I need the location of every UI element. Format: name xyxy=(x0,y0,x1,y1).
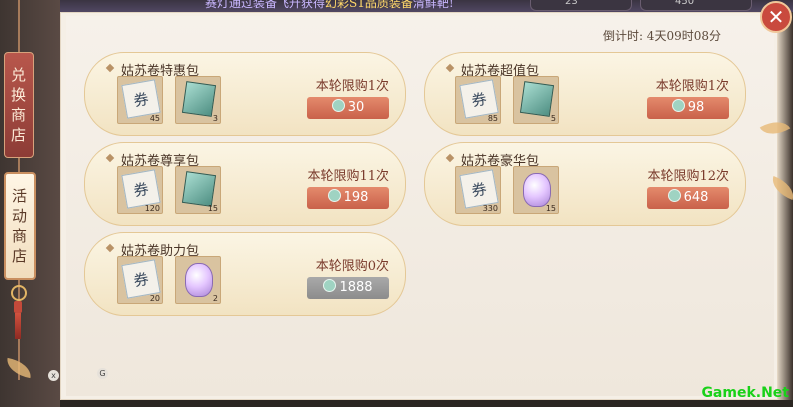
item-slot[interactable]: 券 120 xyxy=(117,166,163,214)
pack-card: 姑苏卷特惠包 券 45 3 本轮限购1次 30 xyxy=(84,52,406,136)
item-slot[interactable]: 5 xyxy=(513,76,559,124)
purchase-limit: 本轮限购11次 xyxy=(307,169,389,184)
tab-char: 兑 xyxy=(10,66,27,84)
price: 30 xyxy=(347,100,365,115)
notes-icon xyxy=(519,81,555,117)
coin-icon xyxy=(667,189,681,202)
item-qty: 85 xyxy=(487,114,498,123)
item-qty: 20 xyxy=(149,294,160,303)
coin-icon xyxy=(331,99,345,112)
price: 648 xyxy=(683,190,709,205)
coin-icon xyxy=(327,189,341,202)
scroll-icon: 券 xyxy=(121,259,161,299)
item-qty: 120 xyxy=(144,204,160,213)
buy-button[interactable]: 98 xyxy=(647,97,729,119)
pack-card: 姑苏卷助力包 券 20 2 本轮限购0次 1888 xyxy=(84,232,406,316)
item-slot[interactable]: 券 45 xyxy=(117,76,163,124)
countdown-timer: 倒计时: 4天09时08分 xyxy=(602,29,721,43)
item-slot[interactable]: 15 xyxy=(513,166,559,214)
hint-g-icon[interactable]: G xyxy=(97,368,108,379)
hint-x-icon[interactable]: x xyxy=(48,370,59,381)
item-qty: 15 xyxy=(545,204,556,213)
crystal-icon xyxy=(523,173,551,207)
tab-char: 店 xyxy=(11,247,28,265)
tab-char: 商 xyxy=(10,106,27,124)
tab-exchange-shop[interactable]: 兑 换 商 店 xyxy=(4,52,34,158)
watermark: Gamek.Net xyxy=(701,385,789,401)
diamond-bullet-icon xyxy=(105,243,115,253)
top-banner: 赛灯通过装备飞升获得幻彩S1品质装备清鲜靶! 23 450 xyxy=(60,0,793,12)
scroll-icon: 券 xyxy=(459,79,499,119)
buy-button[interactable]: 648 xyxy=(647,187,729,209)
currency-value-2: 450 xyxy=(675,0,695,7)
item-slot[interactable]: 15 xyxy=(175,166,221,214)
item-qty: 2 xyxy=(212,294,218,303)
purchase-limit: 本轮限购12次 xyxy=(647,169,729,184)
item-slot[interactable]: 2 xyxy=(175,256,221,304)
currency-value-1: 23 xyxy=(565,0,578,7)
diamond-bullet-icon xyxy=(445,63,455,73)
diamond-bullet-icon xyxy=(105,63,115,73)
tab-event-shop[interactable]: 活 动 商 店 xyxy=(4,172,36,280)
item-qty: 15 xyxy=(207,204,218,213)
coin-icon xyxy=(323,279,337,292)
pack-card: 姑苏卷尊享包 券 120 15 本轮限购11次 198 xyxy=(84,142,406,226)
buy-button-disabled[interactable]: 1888 xyxy=(307,277,389,299)
purchase-limit: 本轮限购1次 xyxy=(655,79,729,94)
notes-icon xyxy=(181,81,217,117)
scroll-icon: 券 xyxy=(459,169,499,209)
item-slot[interactable]: 券 330 xyxy=(455,166,501,214)
buy-button[interactable]: 30 xyxy=(307,97,389,119)
notes-icon xyxy=(181,171,217,207)
buy-button[interactable]: 198 xyxy=(307,187,389,209)
price: 1888 xyxy=(339,280,373,295)
item-qty: 5 xyxy=(550,114,556,123)
shop-sidebar: 兑 换 商 店 活 动 商 店 xyxy=(0,0,60,407)
item-qty: 3 xyxy=(212,114,218,123)
purchase-limit: 本轮限购0次 xyxy=(315,259,389,274)
announcement-marquee: 赛灯通过装备飞升获得幻彩S1品质装备清鲜靶! xyxy=(205,0,454,10)
tab-char: 动 xyxy=(11,207,28,225)
tab-char: 活 xyxy=(11,187,28,205)
pack-card: 姑苏卷豪华包 券 330 15 本轮限购12次 648 xyxy=(424,142,746,226)
item-qty: 45 xyxy=(149,114,160,123)
item-slot[interactable]: 券 85 xyxy=(455,76,501,124)
scroll-icon: 券 xyxy=(121,169,161,209)
diamond-bullet-icon xyxy=(445,153,455,163)
crystal-icon xyxy=(185,263,213,297)
panel-edge xyxy=(778,12,793,400)
price: 98 xyxy=(687,100,705,115)
currency-chip-1[interactable]: 23 xyxy=(530,0,632,11)
scroll-icon: 券 xyxy=(121,79,161,119)
close-button[interactable]: ✕ xyxy=(760,1,792,33)
price: 198 xyxy=(343,190,369,205)
tab-char: 店 xyxy=(10,126,27,144)
purchase-limit: 本轮限购1次 xyxy=(315,79,389,94)
tab-char: 换 xyxy=(10,86,27,104)
item-slot[interactable]: 券 20 xyxy=(117,256,163,304)
pack-card: 姑苏卷超值包 券 85 5 本轮限购1次 98 xyxy=(424,52,746,136)
currency-chip-2[interactable]: 450 xyxy=(640,0,752,11)
coin-icon xyxy=(671,99,685,112)
tab-char: 商 xyxy=(11,227,28,245)
item-slot[interactable]: 3 xyxy=(175,76,221,124)
tassel-ornament xyxy=(10,285,27,345)
diamond-bullet-icon xyxy=(105,153,115,163)
item-qty: 330 xyxy=(482,204,498,213)
